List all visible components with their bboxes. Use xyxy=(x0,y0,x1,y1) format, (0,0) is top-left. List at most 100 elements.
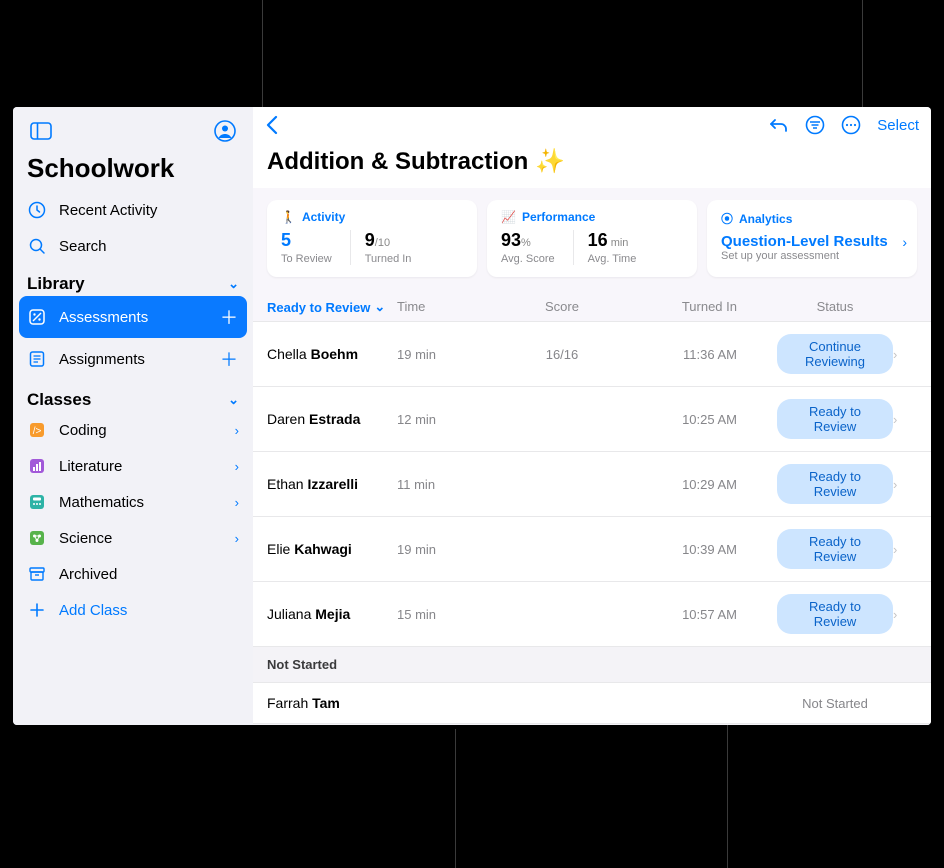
status-cell: Ready to Review xyxy=(737,529,893,569)
sidebar-class-item[interactable]: Science › xyxy=(13,520,253,556)
turned-cell: 10:29 AM xyxy=(617,477,737,492)
sidebar-item-label: Archived xyxy=(59,566,239,583)
status-pill[interactable]: Continue Reviewing xyxy=(777,334,893,374)
class-icon: /> xyxy=(27,420,47,440)
summary-cards: 🚶Activity 5 To Review 9/10 Turned In 📈Pe… xyxy=(253,188,931,289)
turned-cell: 10:39 AM xyxy=(617,542,737,557)
section-reviewed: Reviewed xyxy=(253,723,931,725)
chevron-right-icon: › xyxy=(235,495,239,510)
chevron-right-icon: › xyxy=(235,423,239,438)
status-pill[interactable]: Ready to Review xyxy=(777,529,893,569)
col-header-name[interactable]: Ready to Review ⌄ xyxy=(267,299,397,315)
main-content: Select Addition & Subtraction ✨ 🚶Activit… xyxy=(253,107,931,725)
chevron-down-icon[interactable]: ⌄ xyxy=(228,392,239,408)
analytics-title: Question-Level Results xyxy=(721,233,903,250)
clock-icon xyxy=(27,200,47,220)
plus-icon[interactable]: ＋ xyxy=(219,304,239,330)
sidebar-class-item[interactable]: Mathematics› xyxy=(13,484,253,520)
sidebar-section-classes[interactable]: Classes ⌄ xyxy=(13,380,253,412)
turned-cell: 10:25 AM xyxy=(617,412,737,427)
analytics-sub: Set up your assessment xyxy=(721,250,903,262)
sidebar-add-class[interactable]: Add Class xyxy=(13,592,253,628)
more-button[interactable] xyxy=(841,115,861,135)
student-name: Chella Boehm xyxy=(267,346,397,362)
table-row[interactable]: Ethan Izzarelli 11 min 10:29 AM Ready to… xyxy=(253,451,931,516)
back-button[interactable] xyxy=(265,115,279,135)
class-icon xyxy=(27,456,47,476)
status-cell: Ready to Review xyxy=(737,464,893,504)
stat-sub: % xyxy=(521,237,531,249)
status-cell: Continue Reviewing xyxy=(737,334,893,374)
col-header-time[interactable]: Time xyxy=(397,299,507,315)
sidebar-section-library[interactable]: Library ⌄ xyxy=(13,264,253,296)
table-row[interactable]: Juliana Mejia 15 min 10:57 AM Ready to R… xyxy=(253,581,931,646)
status-pill[interactable]: Ready to Review xyxy=(777,594,893,634)
chevron-right-icon: › xyxy=(893,412,917,427)
stat-sub: /10 xyxy=(375,237,390,249)
status-cell: Ready to Review xyxy=(737,594,893,634)
sidebar-search[interactable]: Search xyxy=(13,228,253,264)
card-label: Analytics xyxy=(739,212,792,226)
status-cell: Ready to Review xyxy=(737,399,893,439)
sidebar-assignments[interactable]: Assignments ＋ xyxy=(13,338,253,380)
class-icon xyxy=(27,528,47,548)
stat-value: 9 xyxy=(365,230,375,250)
students-table: Ready to Review ⌄ Time Score Turned In S… xyxy=(253,289,931,725)
chevron-right-icon: › xyxy=(893,477,917,492)
page-title: Addition & Subtraction ✨ xyxy=(253,143,931,188)
stat-value: 16 xyxy=(588,230,608,250)
time-cell: 11 min xyxy=(397,477,507,492)
undo-button[interactable] xyxy=(769,116,789,134)
chevron-right-icon: › xyxy=(902,234,907,250)
plus-icon[interactable]: ＋ xyxy=(219,346,239,372)
sidebar-assessments[interactable]: Assessments ＋ xyxy=(19,296,247,338)
sidebar-item-label: Add Class xyxy=(59,602,239,619)
sidebar-class-item[interactable]: />Coding› xyxy=(13,412,253,448)
sidebar-class-item[interactable]: Literature› xyxy=(13,448,253,484)
col-header-score[interactable]: Score xyxy=(507,299,617,315)
sidebar-recent[interactable]: Recent Activity xyxy=(13,192,253,228)
percent-icon xyxy=(27,307,47,327)
stat-label: Avg. Time xyxy=(588,253,637,265)
status-pill[interactable]: Ready to Review xyxy=(777,464,893,504)
app-title: Schoolwork xyxy=(13,149,253,192)
table-row[interactable]: Farrah Tam Not Started xyxy=(253,682,931,723)
card-label: Activity xyxy=(302,210,345,224)
analytics-card[interactable]: ⦿Analytics Question-Level Results Set up… xyxy=(707,200,917,277)
sidebar-item-label: Assessments xyxy=(59,309,207,326)
sidebar-archived[interactable]: Archived xyxy=(13,556,253,592)
filter-button[interactable] xyxy=(805,115,825,135)
select-button[interactable]: Select xyxy=(877,117,919,134)
toggle-sidebar-icon[interactable] xyxy=(27,117,55,145)
status-pill[interactable]: Ready to Review xyxy=(777,399,893,439)
stat-label: Avg. Score xyxy=(501,253,555,265)
chevron-right-icon: › xyxy=(235,459,239,474)
student-name: Juliana Mejia xyxy=(267,606,397,622)
svg-text:/>: /> xyxy=(33,426,42,437)
table-row[interactable]: Daren Estrada 12 min 10:25 AM Ready to R… xyxy=(253,386,931,451)
list-icon xyxy=(27,349,47,369)
table-row[interactable]: Chella Boehm 19 min 16/16 11:36 AM Conti… xyxy=(253,321,931,386)
chevron-right-icon: › xyxy=(893,607,917,622)
profile-icon[interactable] xyxy=(211,117,239,145)
turned-cell: 10:57 AM xyxy=(617,607,737,622)
archive-icon xyxy=(27,564,47,584)
chevron-right-icon: › xyxy=(235,531,239,546)
student-name: Farrah Tam xyxy=(267,695,397,711)
section-not-started: Not Started xyxy=(253,646,931,682)
search-icon xyxy=(27,236,47,256)
section-label: Classes xyxy=(27,390,91,410)
chart-icon: 📈 xyxy=(501,210,516,224)
chevron-down-icon[interactable]: ⌄ xyxy=(228,276,239,292)
col-header-status[interactable]: Status xyxy=(737,299,893,315)
time-cell: 19 min xyxy=(397,542,507,557)
plus-icon xyxy=(27,600,47,620)
col-header-turned[interactable]: Turned In xyxy=(617,299,737,315)
chevron-right-icon: › xyxy=(893,542,917,557)
chevron-right-icon: › xyxy=(893,347,917,362)
sidebar-item-label: Assignments xyxy=(59,351,207,368)
chevron-down-icon: ⌄ xyxy=(374,299,385,315)
sidebar-item-label: Science xyxy=(59,530,223,547)
table-row[interactable]: Elie Kahwagi 19 min 10:39 AM Ready to Re… xyxy=(253,516,931,581)
time-cell: 15 min xyxy=(397,607,507,622)
